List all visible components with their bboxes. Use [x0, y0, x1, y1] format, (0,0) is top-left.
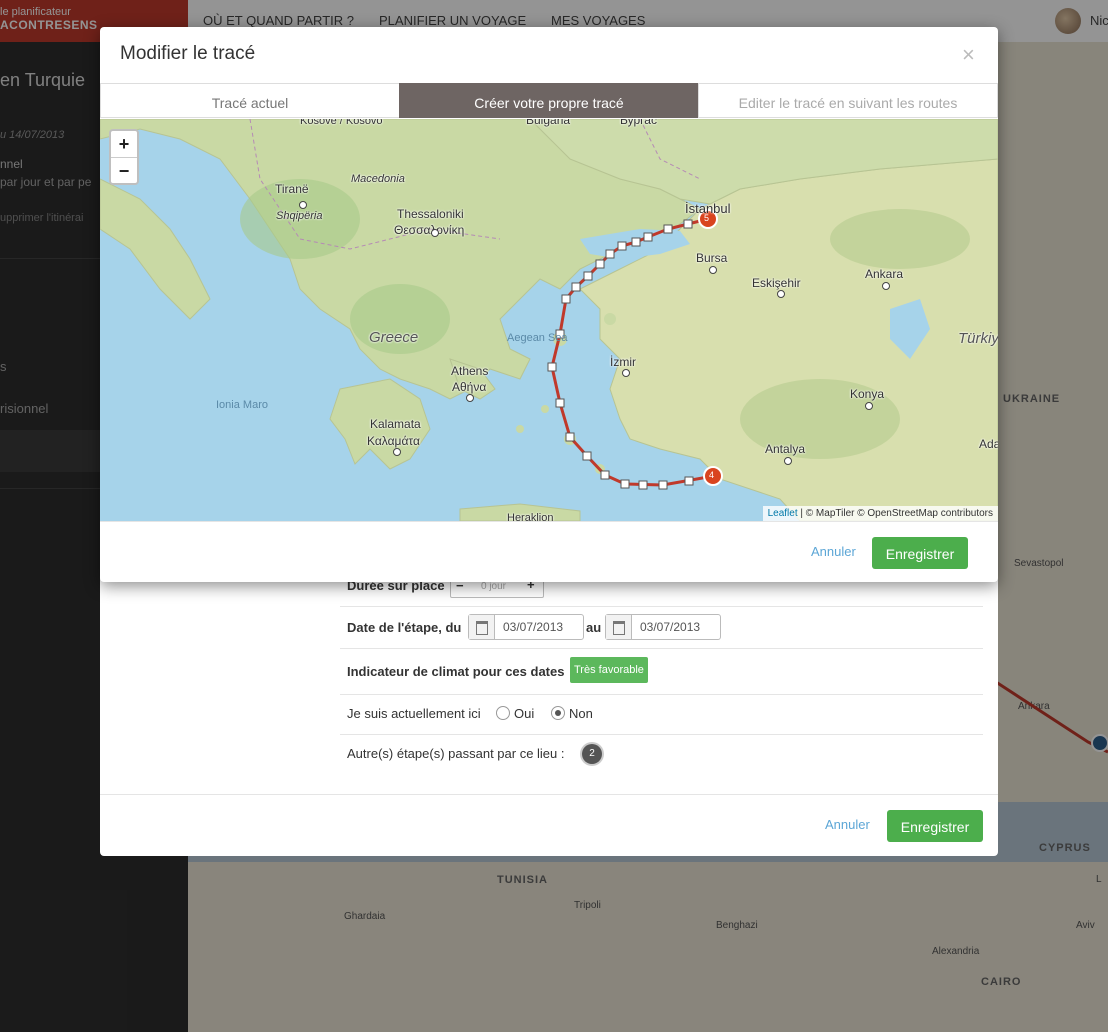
map-label-thessaloniki: Thessaloniki — [397, 207, 464, 221]
route-map[interactable]: 5 4 Kosove / Kosovo Bulgaria Бургас Tira… — [100, 119, 998, 521]
modal-title: Modifier le tracé — [120, 43, 256, 64]
radio-oui-label[interactable]: Oui — [514, 706, 534, 721]
step-cancel-button[interactable]: Annuler — [825, 817, 870, 832]
calendar-icon[interactable] — [606, 615, 632, 639]
map-attribution: Leaflet | © MapTiler © OpenStreetMap con… — [762, 506, 998, 521]
radio-oui[interactable] — [496, 706, 510, 720]
map-label-kalamata-gr: Καλαμάτα — [367, 434, 420, 448]
date-label: Date de l'étape, du — [347, 620, 462, 635]
modal-header: Modifier le tracé × — [100, 27, 998, 84]
map-label-ionia: Ionia Maro — [216, 399, 268, 411]
marker-label-4[interactable]: 4 — [709, 470, 714, 480]
city-dot — [431, 229, 439, 237]
climate-row: Indicateur de climat pour ces dates Très… — [340, 648, 983, 695]
tab-current-route[interactable]: Tracé actuel — [100, 83, 400, 118]
map-label-bursa: Bursa — [696, 251, 728, 265]
map-label-ankara: Ankara — [865, 267, 904, 281]
map-label-shqiperia: Shqipëria — [276, 210, 323, 222]
radio-non[interactable] — [551, 706, 565, 720]
attribution-text: | © MapTiler © OpenStreetMap contributor… — [800, 508, 993, 519]
location-row: Je suis actuellement ici Oui Non — [340, 694, 983, 735]
map-label-kosovo: Kosove / Kosovo — [300, 119, 383, 127]
map-label-burgas: Бургас — [620, 119, 657, 127]
radio-non-label[interactable]: Non — [569, 706, 593, 721]
date-from-value: 03/07/2013 — [503, 620, 564, 634]
city-dot — [865, 402, 873, 410]
step-editor-modal: Durée sur place − 0 jour + Date de l'éta… — [100, 560, 998, 856]
date-row: Date de l'étape, du 03/07/2013 au 03/07/… — [340, 606, 983, 649]
cancel-button[interactable]: Annuler — [811, 544, 856, 559]
zoom-in-button[interactable]: + — [111, 131, 137, 158]
route-editor-modal: Modifier le tracé × Tracé actuel Créer v… — [100, 27, 998, 582]
map-label-turkiye: Türkiye — [958, 330, 998, 347]
city-dot — [622, 369, 630, 377]
city-dot — [777, 290, 785, 298]
map-label-bulgaria: Bulgaria — [526, 119, 571, 127]
date-au-label: au — [586, 620, 602, 635]
map-label-heraklion: Heraklion — [507, 512, 554, 521]
other-steps-badge[interactable]: 2 — [582, 744, 602, 764]
city-dot — [393, 448, 401, 456]
tab-create-route[interactable]: Créer votre propre tracé — [399, 83, 699, 118]
city-dot — [784, 457, 792, 465]
step-save-button[interactable]: Enregistrer — [887, 810, 983, 842]
date-to-field[interactable]: 03/07/2013 — [605, 614, 721, 640]
here-label: Je suis actuellement ici — [347, 706, 481, 721]
climate-label: Indicateur de climat pour ces dates — [347, 664, 565, 679]
city-dot — [709, 266, 717, 274]
map-label-athens-gr: Αθήνα — [452, 380, 487, 394]
date-to-value: 03/07/2013 — [640, 620, 701, 634]
map-label-istanbul: İstanbul — [685, 201, 731, 216]
other-steps-label: Autre(s) étape(s) passant par ce lieu : — [347, 746, 565, 761]
city-dot — [299, 201, 307, 209]
close-icon[interactable]: × — [962, 44, 975, 66]
map-label-aegean: Aegean Sea — [507, 332, 568, 344]
zoom-out-button[interactable]: − — [111, 158, 137, 184]
map-label-macedonia: Macedonia — [351, 173, 405, 185]
map-label-kalamata: Kalamata — [370, 417, 421, 431]
map-label-athens: Athens — [451, 364, 489, 378]
calendar-icon[interactable] — [469, 615, 495, 639]
leaflet-link[interactable]: Leaflet — [768, 508, 798, 519]
tab-follow-roads[interactable]: Editer le tracé en suivant les routes — [698, 83, 998, 118]
map-label-eskisehir: Eskişehir — [752, 276, 801, 290]
map-label-greece: Greece — [369, 329, 419, 346]
map-label-ada: Ada — [979, 437, 998, 451]
city-dot — [882, 282, 890, 290]
map-label-thessaloniki-gr: Θεσσαλονίκη — [394, 223, 465, 237]
map-label-izmir: İzmir — [610, 355, 636, 369]
map-label-tirane: Tiranë — [275, 182, 309, 196]
map-label-konya: Konya — [850, 387, 885, 401]
route-line — [547, 209, 723, 490]
divider — [100, 794, 998, 795]
date-from-field[interactable]: 03/07/2013 — [468, 614, 584, 640]
tab-bar: Tracé actuel Créer votre propre tracé Ed… — [100, 83, 998, 119]
climate-badge: Très favorable — [570, 657, 648, 683]
other-steps-row: Autre(s) étape(s) passant par ce lieu : … — [340, 734, 983, 774]
map-label-antalya: Antalya — [765, 442, 806, 456]
city-dot — [466, 394, 474, 402]
zoom-control: + − — [109, 129, 139, 185]
save-button[interactable]: Enregistrer — [872, 537, 968, 569]
modal-footer: Annuler Enregistrer — [100, 521, 998, 583]
